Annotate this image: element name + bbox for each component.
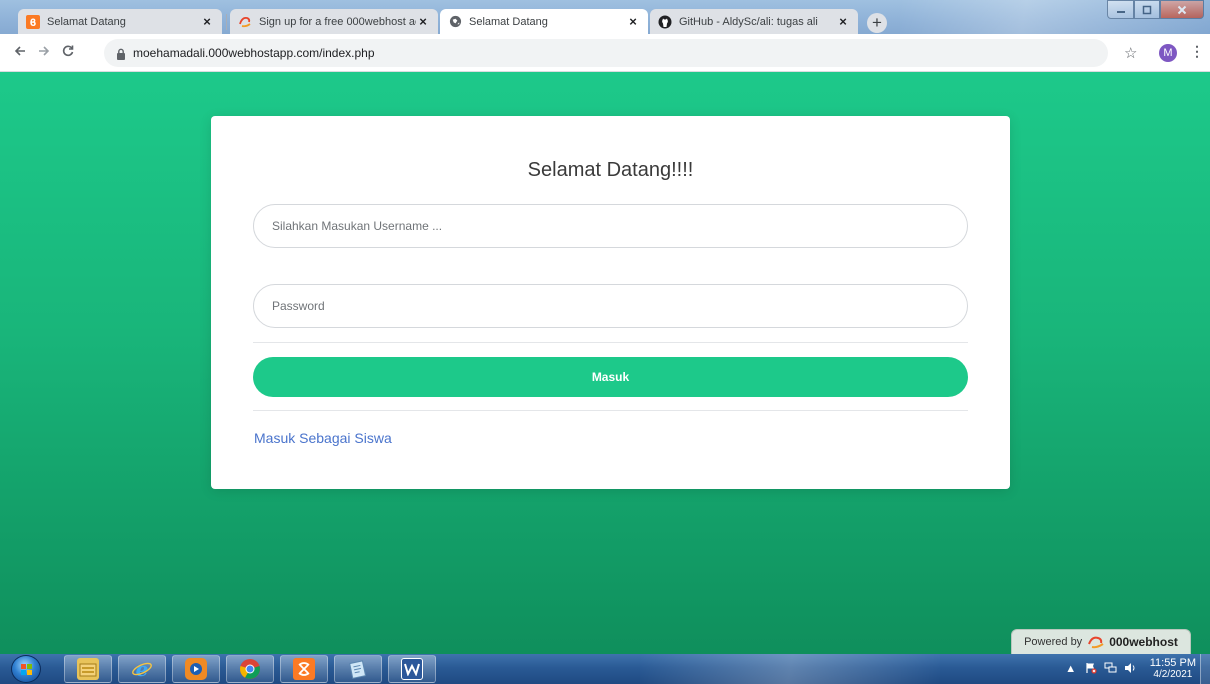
tab-selamat-datang-active[interactable]: Selamat Datang ×: [440, 9, 648, 34]
divider: [253, 342, 968, 343]
reload-icon[interactable]: [56, 44, 80, 61]
tab-title: Sign up for a free 000webhost ac: [259, 15, 416, 28]
window-controls: [1107, 0, 1204, 19]
tab-close-icon[interactable]: ×: [626, 14, 640, 29]
tab-000webhost-signup[interactable]: Sign up for a free 000webhost ac ×: [230, 9, 438, 34]
address-bar[interactable]: moehamadali.000webhostapp.com/index.php: [104, 39, 1108, 67]
taskbar-explorer[interactable]: [64, 655, 112, 683]
word-icon: [401, 658, 423, 680]
taskbar-media-player[interactable]: [172, 655, 220, 683]
globe-icon: [448, 15, 462, 29]
000webhost-logo-icon: [1087, 635, 1105, 649]
taskbar-ie[interactable]: e: [118, 655, 166, 683]
login-card: Selamat Datang!!!! Silahkan Masukan User…: [211, 116, 1010, 489]
login-button[interactable]: Masuk: [253, 357, 968, 397]
profile-avatar[interactable]: M: [1159, 44, 1177, 62]
tab-separator: [226, 14, 227, 30]
browser-titlebar: ϐ Selamat Datang × Sign up for a free 00…: [0, 0, 1210, 34]
powered-by-label: Powered by: [1024, 636, 1083, 648]
new-tab-button[interactable]: +: [867, 13, 887, 33]
show-desktop-button[interactable]: [1200, 654, 1210, 684]
chrome-icon: [239, 658, 261, 680]
forward-arrow-icon[interactable]: [32, 44, 56, 61]
close-window-icon[interactable]: [1160, 0, 1204, 19]
tab-xampp[interactable]: ϐ Selamat Datang ×: [18, 9, 222, 34]
000webhost-icon: [238, 15, 252, 29]
svg-text:ϐ: ϐ: [30, 18, 37, 29]
xampp-icon: [293, 658, 315, 680]
volume-icon[interactable]: [1124, 662, 1138, 677]
internet-explorer-icon: e: [131, 658, 153, 680]
username-input[interactable]: Silahkan Masukan Username ...: [253, 204, 968, 248]
back-arrow-icon[interactable]: [8, 44, 32, 61]
windows-logo-icon: [21, 664, 32, 675]
divider: [253, 410, 968, 411]
minimize-icon[interactable]: [1107, 0, 1134, 19]
taskbar-notepad[interactable]: [334, 655, 382, 683]
page-title: Selamat Datang!!!!: [527, 159, 694, 181]
bookmark-star-icon[interactable]: ☆: [1124, 44, 1137, 62]
powered-by-badge[interactable]: Powered by 000webhost: [1011, 629, 1191, 654]
windows-taskbar: e ▲ 11:55 PM 4/2/2021: [0, 654, 1210, 684]
windows-explorer-icon: [77, 658, 99, 680]
svg-text:e: e: [136, 658, 149, 680]
page-background: Selamat Datang!!!! Silahkan Masukan User…: [0, 72, 1210, 654]
student-login-link[interactable]: Masuk Sebagai Siswa: [254, 430, 392, 446]
network-icon[interactable]: [1104, 662, 1118, 677]
url-text[interactable]: moehamadali.000webhostapp.com/index.php: [133, 46, 375, 60]
notepad-icon: [347, 658, 369, 680]
xampp-icon: ϐ: [26, 14, 40, 29]
taskbar-chrome[interactable]: [226, 655, 274, 683]
taskbar-xampp[interactable]: [280, 655, 328, 683]
username-placeholder: Silahkan Masukan Username ...: [272, 219, 443, 233]
password-input[interactable]: Password: [253, 284, 968, 328]
tab-close-icon[interactable]: ×: [416, 14, 430, 29]
clock-time: 11:55 PM: [1149, 657, 1196, 669]
clock-date: 4/2/2021: [1153, 669, 1193, 680]
password-placeholder: Password: [272, 299, 325, 313]
tab-title: Selamat Datang: [47, 15, 126, 28]
show-hidden-icons-icon[interactable]: ▲: [1064, 663, 1078, 675]
tab-close-icon[interactable]: ×: [200, 14, 214, 29]
browser-toolbar: moehamadali.000webhostapp.com/index.php …: [0, 34, 1210, 72]
tab-close-icon[interactable]: ×: [836, 14, 850, 29]
github-icon: [658, 15, 672, 29]
taskbar-word[interactable]: [388, 655, 436, 683]
system-tray: ▲ 11:55 PM 4/2/2021: [1064, 654, 1196, 684]
tab-title: GitHub - AldySc/ali: tugas ali: [679, 15, 818, 28]
tab-github[interactable]: GitHub - AldySc/ali: tugas ali ×: [650, 9, 858, 34]
menu-kebab-icon[interactable]: ⋮: [1190, 43, 1204, 60]
powered-by-brand: 000webhost: [1109, 635, 1178, 649]
media-player-icon: [185, 658, 207, 680]
system-clock[interactable]: 11:55 PM 4/2/2021: [1150, 657, 1196, 681]
tab-title: Selamat Datang: [469, 15, 548, 28]
start-button[interactable]: [11, 655, 41, 683]
maximize-icon[interactable]: [1134, 0, 1160, 19]
lock-icon[interactable]: [116, 47, 126, 60]
action-center-flag-icon[interactable]: [1084, 662, 1098, 677]
